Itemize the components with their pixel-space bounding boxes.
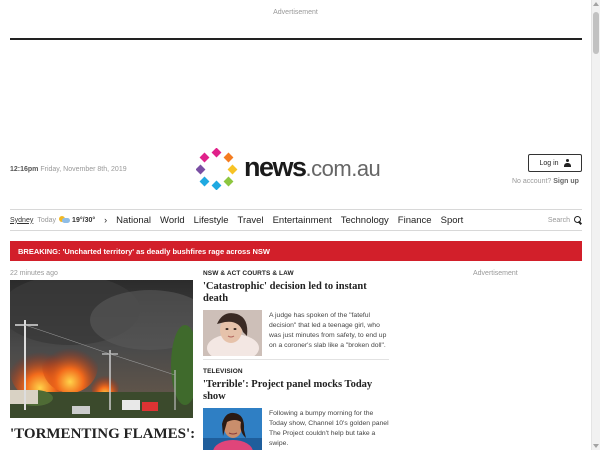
breaking-label: BREAKING: <box>18 246 61 256</box>
story-body: Following a bumpy morning for the Today … <box>203 408 389 450</box>
main-nav: Sydney Today 19°/30° › National World Li… <box>10 210 582 230</box>
search-button[interactable]: Search <box>548 216 582 224</box>
story-category[interactable]: NSW & ACT COURTS & LAW <box>203 270 389 277</box>
weather-today-label: Today <box>37 216 57 224</box>
story-card-1[interactable]: NSW & ACT COURTS & LAW 'Catastrophic' de… <box>203 270 389 356</box>
nav-item-entertainment[interactable]: Entertainment <box>273 215 332 226</box>
breaking-news-banner[interactable]: BREAKING: 'Uncharted territory' as deadl… <box>10 241 582 261</box>
logo-wordmark: news.com.au <box>244 152 381 183</box>
story-card-2[interactable]: TELEVISION 'Terrible': Project panel moc… <box>203 368 389 450</box>
nav-item-lifestyle[interactable]: Lifestyle <box>194 215 229 226</box>
login-button[interactable]: Log in <box>528 154 582 172</box>
nav-items: National World Lifestyle Travel Entertai… <box>116 215 463 226</box>
scroll-thumb[interactable] <box>593 12 599 54</box>
no-account-text: No account? <box>512 178 552 185</box>
current-date: Friday, November 8th, 2019 <box>40 166 127 173</box>
story-body: A judge has spoken of the "fateful decis… <box>203 310 389 356</box>
lead-story-headline[interactable]: 'TORMENTING FLAMES': <box>10 426 200 443</box>
story-category[interactable]: TELEVISION <box>203 368 389 375</box>
advertisement-label: Advertisement <box>273 9 318 16</box>
story-thumbnail[interactable] <box>203 408 262 450</box>
story-summary: A judge has spoken of the "fateful decis… <box>269 312 387 349</box>
nav-item-national[interactable]: National <box>116 215 151 226</box>
breaking-text: 'Uncharted territory' as deadly bushfire… <box>62 246 270 256</box>
nav-item-sport[interactable]: Sport <box>441 215 464 226</box>
story-headline[interactable]: 'Catastrophic' decision led to instant d… <box>203 281 389 305</box>
nav-item-technology[interactable]: Technology <box>341 215 389 226</box>
site-logo[interactable]: news.com.au <box>196 148 396 190</box>
lead-story-timestamp: 22 minutes ago <box>10 270 58 277</box>
nav-item-travel[interactable]: Travel <box>238 215 264 226</box>
nav-divider-bottom <box>10 230 582 231</box>
weather-icon <box>59 216 71 224</box>
search-icon <box>574 216 582 224</box>
search-label: Search <box>547 216 570 224</box>
advertisement-label-sidebar: Advertisement <box>473 270 518 277</box>
scroll-up-arrow-icon[interactable] <box>593 2 599 6</box>
story-headline[interactable]: 'Terrible': Project panel mocks Today sh… <box>203 379 389 403</box>
header-divider <box>10 38 582 40</box>
nav-item-world[interactable]: World <box>160 215 185 226</box>
chevron-right-icon[interactable]: › <box>104 215 107 225</box>
scroll-down-arrow-icon[interactable] <box>593 444 599 448</box>
logo-domain: .com.au <box>305 156 381 181</box>
nav-item-finance[interactable]: Finance <box>398 215 432 226</box>
weather-temps: 19°/30° <box>72 216 96 224</box>
user-icon <box>563 159 571 167</box>
current-time: 12:16pm <box>10 166 39 173</box>
current-datetime: 12:16pm Friday, November 8th, 2019 <box>10 166 127 173</box>
signup-prompt: No account? Sign up <box>512 178 579 185</box>
vertical-scrollbar[interactable] <box>591 0 600 450</box>
logo-dots-icon <box>196 148 238 190</box>
story-divider <box>203 359 389 360</box>
signup-link[interactable]: Sign up <box>553 178 579 185</box>
story-summary: Following a bumpy morning for the Today … <box>269 410 389 447</box>
lead-story-image[interactable] <box>10 280 193 418</box>
login-label: Log in <box>539 159 559 167</box>
logo-main: news <box>244 152 307 182</box>
weather-city-link[interactable]: Sydney <box>10 217 33 224</box>
story-thumbnail[interactable] <box>203 310 262 356</box>
